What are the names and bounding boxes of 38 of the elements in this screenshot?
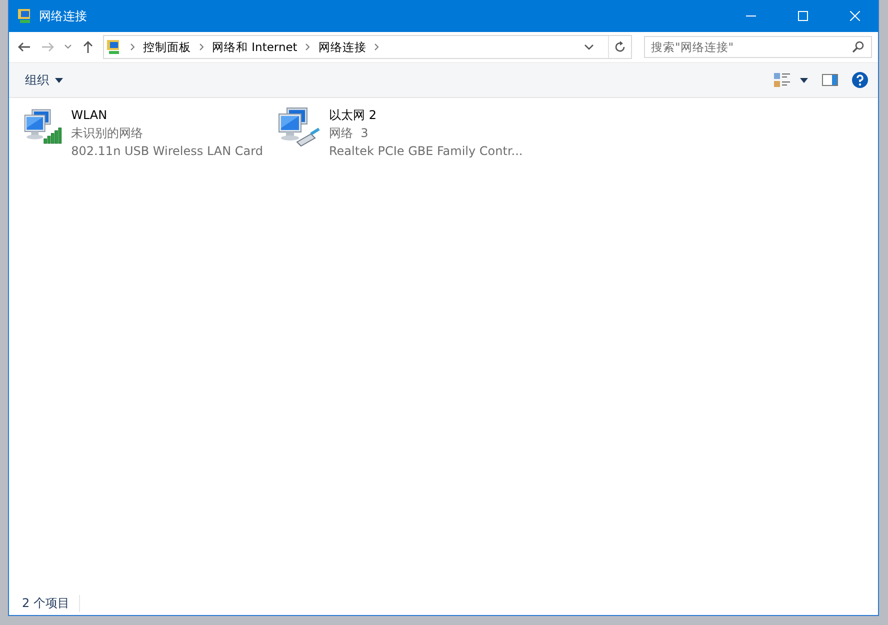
- organize-menu[interactable]: 组织: [19, 70, 69, 90]
- monitor-icon: [278, 108, 308, 140]
- caret-icon[interactable]: [584, 44, 594, 50]
- connection-status: 未识别的网络: [71, 125, 144, 142]
- help-icon[interactable]: [852, 72, 868, 88]
- monitor-icon: [24, 109, 51, 140]
- breadcrumb[interactable]: 网络和 Internet: [212, 40, 298, 54]
- maximize-icon[interactable]: [798, 11, 808, 21]
- caret-icon[interactable]: [800, 78, 808, 82]
- search-field[interactable]: 搜索"网络连接": [644, 36, 872, 58]
- chevron-icon: [199, 43, 204, 51]
- address-bar[interactable]: 控制面板 网络和 Internet 网络连接: [103, 35, 632, 59]
- network-folder-icon: [17, 8, 33, 24]
- window-title: 网络连接: [39, 8, 87, 22]
- network-folder-icon: [106, 39, 122, 55]
- cable-plug-icon: [296, 128, 320, 147]
- signal-bars-icon: [44, 128, 62, 144]
- search-icon: [852, 41, 864, 53]
- close-icon[interactable]: [850, 11, 860, 21]
- connection-item[interactable]: WLAN 未识别的网络 802.11n USB Wireless LAN Card: [23, 106, 263, 160]
- connection-name: 以太网 2: [329, 107, 378, 124]
- preview-pane-icon[interactable]: [822, 74, 838, 86]
- adapter-name: Realtek PCIe GBE Family Contr...: [329, 143, 523, 160]
- breadcrumb[interactable]: 控制面板: [143, 40, 191, 54]
- adapter-name: 802.11n USB Wireless LAN Card: [71, 143, 263, 160]
- item-count: 2 个项目: [22, 594, 80, 612]
- connection-status: 网络 3: [329, 125, 370, 142]
- chevron-icon: [130, 43, 135, 51]
- breadcrumb[interactable]: 网络连接: [318, 40, 366, 54]
- caret-icon: [55, 78, 63, 82]
- view-options-icon[interactable]: [774, 73, 790, 87]
- connection-item[interactable]: 以太网 2 网络 3 Realtek PCIe GBE Family Contr...: [277, 106, 537, 160]
- chevron-icon: [305, 43, 310, 51]
- back-arrow-icon[interactable]: [17, 41, 31, 53]
- connection-name: WLAN: [71, 107, 108, 124]
- chevron-icon: [374, 43, 380, 51]
- refresh-icon[interactable]: [614, 41, 626, 53]
- up-arrow-icon[interactable]: [82, 40, 94, 54]
